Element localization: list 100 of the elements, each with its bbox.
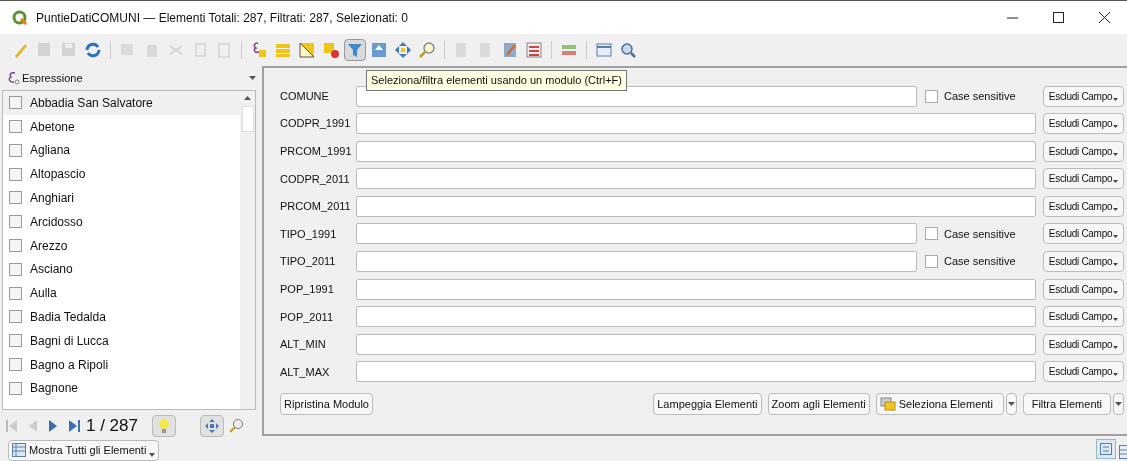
caret-icon [1113,152,1119,156]
table-view-icon[interactable] [1119,445,1127,459]
field-label: TIPO_2011 [280,254,337,270]
checkbox[interactable] [9,191,22,205]
input-field[interactable] [356,306,1036,328]
caret-icon [1113,235,1119,239]
field-label: PRCOM_2011 [280,199,352,215]
checkbox[interactable] [9,120,22,134]
feature-list-item[interactable]: Abbadia San Salvatore [3,90,240,115]
caret-icon [1113,180,1119,184]
flash-features-button[interactable]: Lampeggia Elementi [653,392,762,415]
checkbox[interactable] [9,215,22,229]
exclude-field-button[interactable]: Escludi Campo [1043,333,1124,355]
exclude-field-button[interactable]: Escludi Campo [1043,113,1124,135]
field-label: PRCOM_1991 [280,143,353,159]
case-sensitive-label: Case sensitive [944,88,1017,104]
caret-icon [1113,373,1119,377]
scrollbar[interactable] [240,90,255,410]
field-label: TIPO_1991 [280,226,338,242]
zoom-features-button[interactable]: Zoom agli Elementi [767,392,870,415]
reset-form-button[interactable]: Ripristina Modulo [280,392,373,415]
exclude-field-button[interactable]: Escludi Campo [1043,168,1124,190]
filter-icon[interactable] [344,39,366,61]
caret-icon [1113,345,1119,349]
case-sensitive-label: Case sensitive [944,226,1017,242]
input-field[interactable] [356,113,1036,135]
checkbox[interactable] [9,310,22,324]
close-button[interactable] [1098,12,1110,23]
caret-icon [1113,263,1119,267]
input-field[interactable] [356,333,1036,355]
case-sensitive-checkbox[interactable] [925,227,938,241]
input-field[interactable] [356,278,1036,300]
show-all-features-dropdown[interactable]: Mostra Tutti gli Elementi [8,439,160,461]
checkbox[interactable] [9,286,22,300]
case-sensitive-checkbox[interactable] [925,89,938,103]
field-label: COMUNE [280,88,330,104]
input-field[interactable] [356,168,1036,190]
checkbox[interactable] [9,334,22,348]
select-features-button[interactable]: Seleziona Elementi [875,392,1004,415]
exclude-field-button[interactable]: Escludi Campo [1043,140,1124,162]
input-field[interactable] [356,140,1036,162]
field-label: ALT_MAX [280,364,331,380]
pan-button[interactable] [200,414,224,437]
input-field[interactable] [356,251,917,273]
caret-icon [1115,401,1122,406]
caret-icon [149,452,156,457]
expression-label[interactable]: Espressione [22,69,83,87]
checkbox[interactable] [9,381,22,395]
input-field[interactable] [356,195,1036,217]
page-counter: 1 / 287 [86,414,138,437]
next-page-icon[interactable] [48,418,58,433]
input-field[interactable] [356,361,1036,383]
pan-arrows-icon [205,418,219,433]
checkbox[interactable] [9,167,22,181]
caret-icon [1113,97,1119,101]
zoom-icon[interactable] [228,417,244,434]
first-page-icon[interactable] [6,418,18,433]
exclude-field-button[interactable]: Escludi Campo [1043,251,1124,273]
field-label: CODPR_2011 [280,171,351,187]
conditional-format-icon[interactable] [523,39,545,61]
window-title: PuntieDatiCOMUNI — Elementi Totali: 287, Filtrati: 287, Selezionati: 0 [36,9,408,27]
exclude-field-button[interactable]: Escludi Campo [1043,361,1124,383]
caret-icon [1007,401,1015,406]
checkbox[interactable] [9,262,22,276]
field-label: POP_1991 [280,281,335,297]
scroll-up-icon[interactable] [244,95,251,100]
highlight-button[interactable] [152,414,176,437]
exclude-field-button[interactable]: Escludi Campo [1043,223,1124,245]
caret-icon [1113,318,1119,322]
select-dropdown-button[interactable] [1005,392,1017,415]
filter-dropdown-button[interactable] [1113,392,1124,415]
last-page-icon[interactable] [68,418,82,433]
exclude-field-button[interactable]: Escludi Campo [1043,306,1124,328]
caret-icon [1113,125,1119,129]
input-field[interactable] [356,223,917,245]
checkbox[interactable] [9,358,22,372]
caret-icon [1113,207,1119,211]
case-sensitive-label: Case sensitive [944,254,1017,270]
field-label: CODPR_1991 [280,116,352,132]
exclude-field-button[interactable]: Escludi Campo [1043,195,1124,217]
exclude-field-button[interactable]: Escludi Campo [1043,85,1124,107]
field-label: POP_2011 [280,309,334,325]
app-logo-icon [12,9,28,26]
layers-icon [879,396,896,411]
table-icon [12,443,26,458]
filter-features-button[interactable]: Filtra Elementi [1022,392,1111,415]
maximize-button[interactable] [1052,12,1064,23]
form-icon [1100,443,1112,455]
checkbox[interactable] [9,239,22,253]
exclude-field-button[interactable]: Escludi Campo [1043,278,1124,300]
tooltip: Seleziona/filtra elementi usando un modulo (Ctrl+F) [366,70,627,91]
light-bulb-icon [158,417,170,434]
caret-icon [1113,290,1119,294]
scrollbar-thumb[interactable] [241,105,254,132]
form-view-button[interactable] [1096,439,1116,459]
case-sensitive-checkbox[interactable] [925,255,938,269]
checkbox[interactable] [9,96,22,110]
expression-icon [6,70,20,85]
dropdown-arrow-icon[interactable] [249,75,256,80]
checkbox[interactable] [9,143,22,157]
